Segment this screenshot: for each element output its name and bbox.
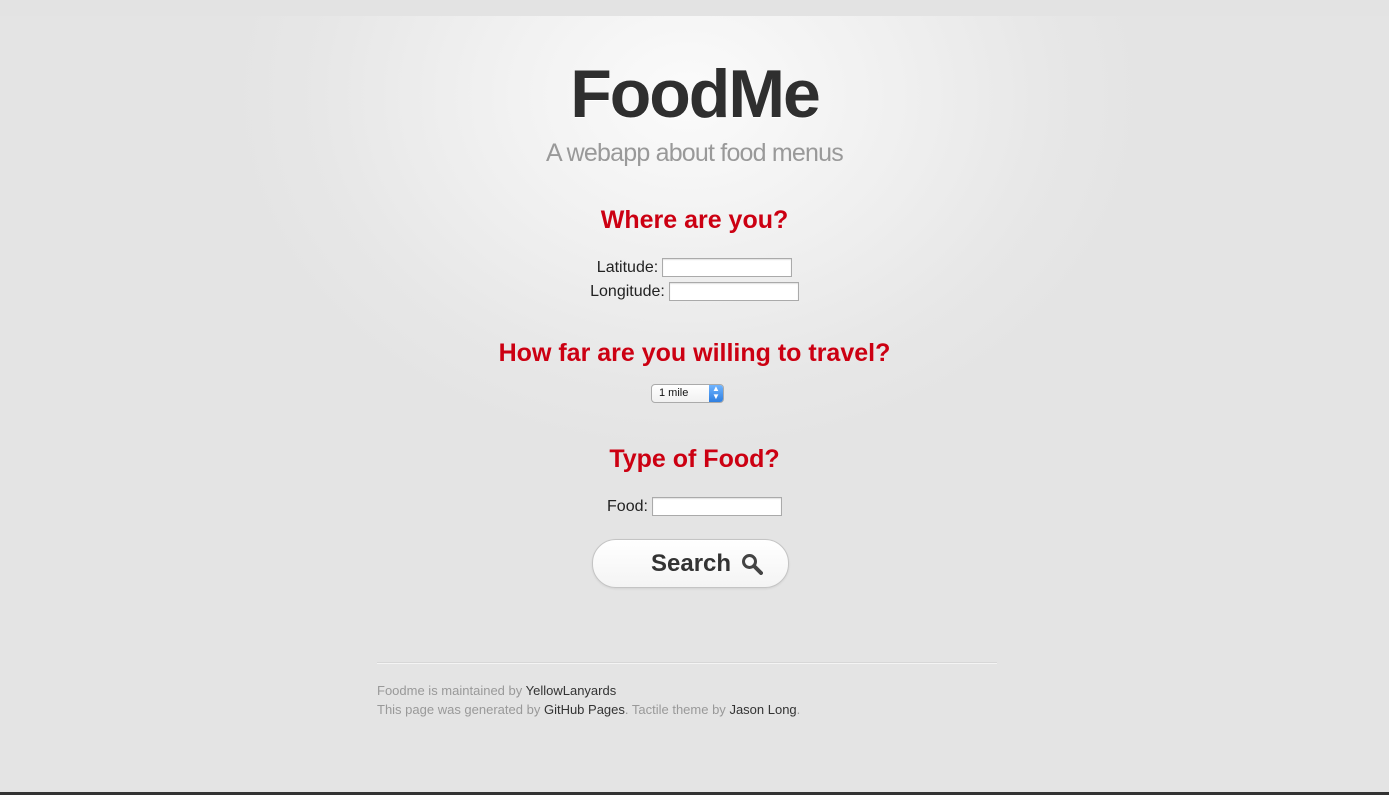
food-label: Food: <box>607 498 648 515</box>
footer-theme-text: . Tactile theme by <box>624 702 726 717</box>
footer-divider <box>377 662 997 664</box>
latitude-label: Latitude: <box>596 259 659 276</box>
author-link[interactable]: Jason Long <box>729 702 796 717</box>
latitude-input[interactable] <box>662 258 793 278</box>
location-heading: Where are you? <box>600 206 789 234</box>
distance-select-value: 1 mile <box>659 387 689 399</box>
select-arrows-icon: ▲ ▼ <box>709 385 723 402</box>
page-subtitle: A webapp about food menus <box>546 139 844 167</box>
food-row: Food: <box>0 497 1389 517</box>
search-button[interactable]: Search <box>592 539 789 588</box>
food-input[interactable] <box>651 497 782 517</box>
footer-generated-text: This page was generated by <box>377 702 541 717</box>
page-title: FoodMe <box>570 56 821 132</box>
github-pages-link[interactable]: GitHub Pages <box>544 702 625 717</box>
longitude-label: Longitude: <box>590 283 665 300</box>
top-strip <box>0 0 1389 16</box>
footer-maintained-text: Foodme is maintained by <box>377 683 523 698</box>
latitude-row: Latitude: <box>0 258 1389 278</box>
distance-heading: How far are you willing to travel? <box>498 339 891 367</box>
search-button-label: Search <box>651 550 732 577</box>
footer-line-1: Foodme is maintained by YellowLanyards <box>377 682 616 700</box>
footer-line-2: This page was generated by GitHub Pages.… <box>377 701 800 719</box>
footer-period: . <box>796 702 801 717</box>
longitude-input[interactable] <box>668 282 799 302</box>
maintainer-link[interactable]: YellowLanyards <box>526 683 617 698</box>
longitude-row: Longitude: <box>0 282 1389 302</box>
distance-select[interactable]: 1 mile ▲ ▼ <box>651 384 724 403</box>
search-icon <box>741 553 763 580</box>
food-heading: Type of Food? <box>609 445 780 473</box>
